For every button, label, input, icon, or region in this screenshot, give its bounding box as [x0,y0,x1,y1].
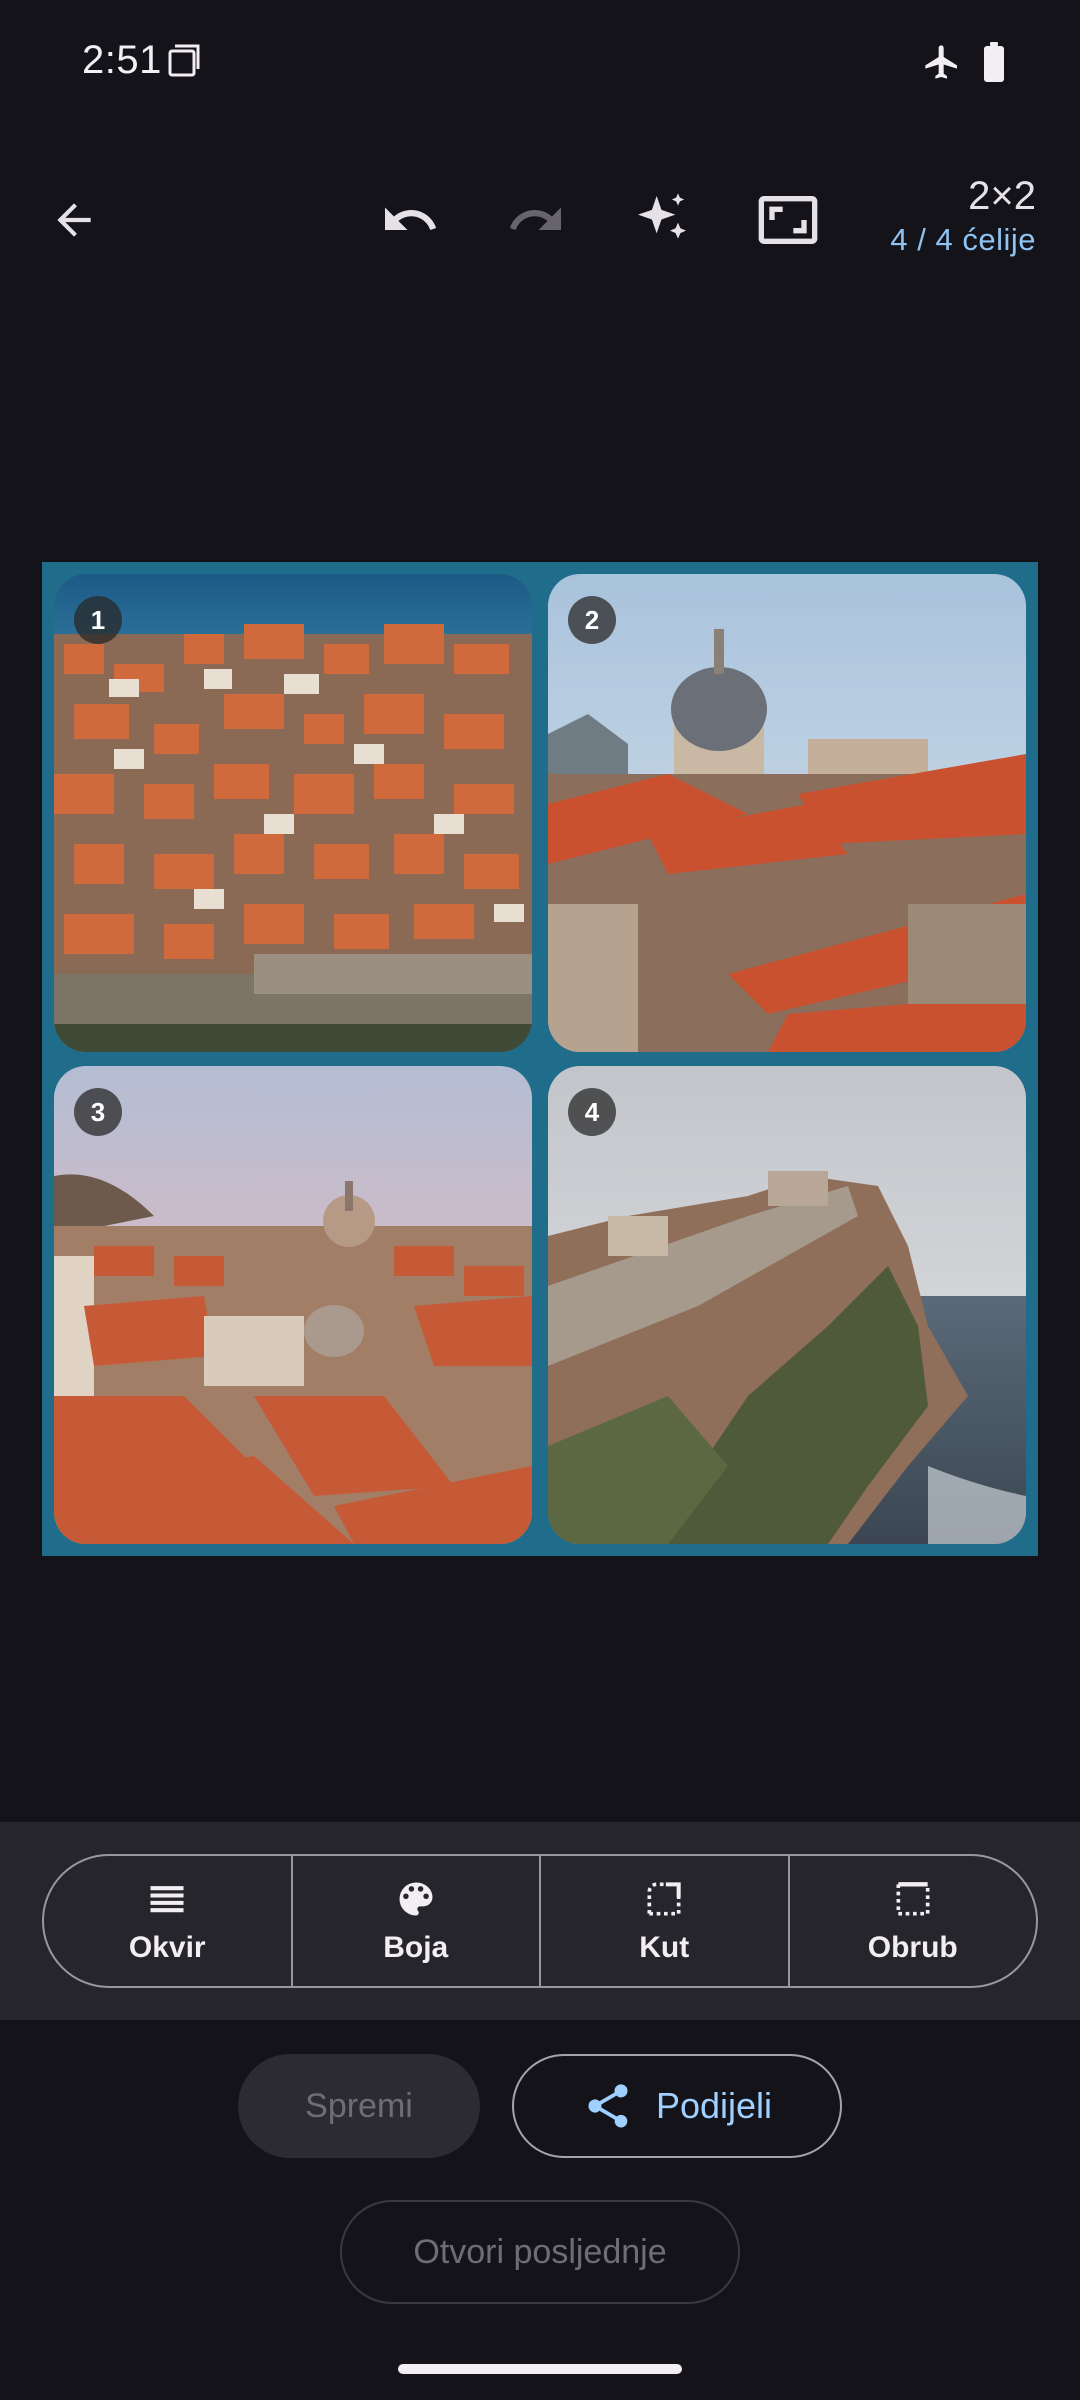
tool-border-label: Obrub [867,1931,958,1964]
back-button[interactable] [34,180,114,260]
redo-button[interactable] [496,180,576,260]
tool-color-button[interactable]: Boja [293,1856,541,1986]
status-bar: 2:51 [0,0,1080,128]
auto-enhance-button[interactable] [622,180,702,260]
collage-cell-1[interactable]: 1 [54,574,532,1052]
airplane-mode-icon [922,42,962,87]
tool-segmented-control: Okvir Boja Kut Obrub [42,1854,1038,1988]
cell-number-badge: 1 [74,596,122,644]
share-icon [588,2084,628,2128]
screen: 2:51 2×2 4 / 4 ćelije 1 2 3 4 Okvir Boja… [0,0,1080,2400]
share-button[interactable]: Podijeli [512,2054,842,2158]
sparkle-icon [638,193,686,239]
save-button[interactable]: Spremi [238,2054,480,2158]
cell-number-badge: 2 [568,596,616,644]
border-icon [896,1882,930,1916]
tool-corner-label: Kut [639,1931,690,1964]
share-button-label: Podijeli [655,2085,773,2126]
cell-count-label: 4 / 4 ćelije [890,222,1036,257]
collage-cell-3[interactable]: 3 [54,1066,532,1544]
frame-icon [150,1886,184,1913]
tool-frame-label: Okvir [128,1931,206,1964]
redo-icon [509,207,561,230]
back-arrow-icon [57,203,91,237]
tool-frame-button[interactable]: Okvir [44,1856,293,1986]
top-toolbar: 2×2 4 / 4 ćelije [0,150,1080,280]
undo-button[interactable] [370,180,450,260]
palette-icon [399,1882,433,1916]
screenshot-notification-icon [166,42,202,83]
battery-icon [982,42,1006,87]
photo-cathedral-dome [548,574,1026,1052]
collage-canvas: 1 2 3 4 [42,562,1038,1556]
grid-size-label: 2×2 [968,174,1036,218]
photo-sunset-rooftops [54,1066,532,1544]
open-recent-button[interactable]: Otvori posljednje [340,2200,740,2304]
undo-icon [385,207,437,230]
photo-city-walls-sea [548,1066,1026,1544]
photo-aerial-old-town [54,574,532,1052]
cell-number-badge: 3 [74,1088,122,1136]
aspect-ratio-icon [758,196,818,244]
aspect-ratio-button[interactable] [748,180,828,260]
home-indicator[interactable] [398,2364,682,2374]
corner-icon [647,1882,681,1916]
tool-color-label: Boja [383,1931,449,1964]
collage-cell-4[interactable]: 4 [548,1066,1026,1544]
grid-info: 2×2 4 / 4 ćelije [890,172,1036,260]
tool-corner-button[interactable]: Kut [541,1856,790,1986]
collage-cell-2[interactable]: 2 [548,574,1026,1052]
clock: 2:51 [82,38,162,82]
cell-number-badge: 4 [568,1088,616,1136]
tool-panel: Okvir Boja Kut Obrub [0,1822,1080,2020]
tool-border-button[interactable]: Obrub [790,1856,1037,1986]
